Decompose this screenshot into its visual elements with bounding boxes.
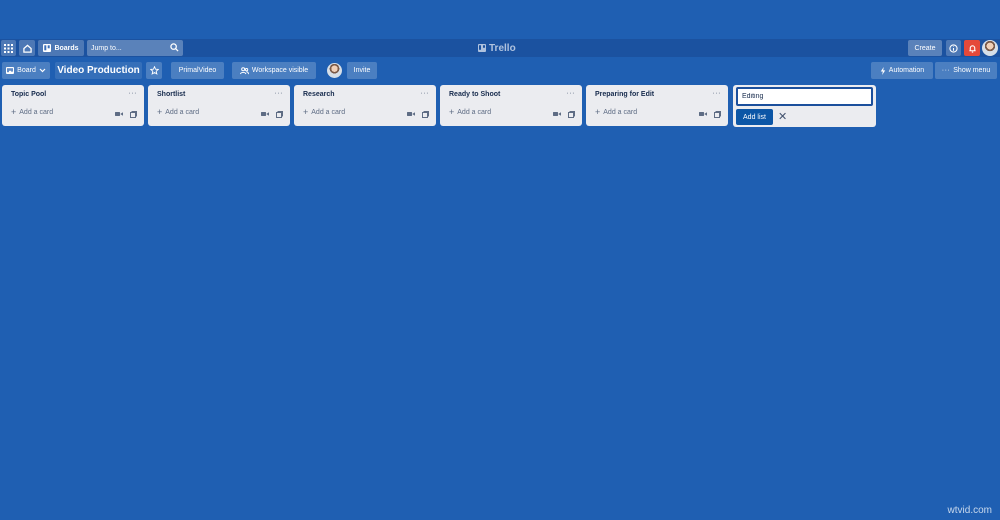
search-input[interactable]: Jump to... (87, 40, 183, 56)
automation-button[interactable]: Automation (871, 62, 933, 79)
home-icon (22, 44, 32, 53)
list-menu-icon[interactable]: ··· (275, 90, 284, 97)
board-view-label: Board (17, 67, 36, 74)
board-view-switcher[interactable]: Board (2, 62, 50, 79)
trello-logo[interactable]: Trello (478, 40, 516, 56)
add-card-label: Add a card (19, 109, 54, 116)
visibility-label: Workspace visible (251, 67, 309, 74)
lightning-icon (880, 66, 886, 75)
boards-label: Boards (54, 44, 79, 52)
add-card-label: Add a card (603, 109, 638, 116)
home-button[interactable] (19, 40, 35, 56)
add-card-label: Add a card (457, 109, 492, 116)
search-icon (170, 43, 179, 52)
trello-logo-icon (478, 44, 486, 52)
list-preparing-for-edit[interactable]: Preparing for Edit ··· + Add a card (586, 85, 728, 126)
template-icon[interactable] (276, 111, 283, 118)
list-title[interactable]: Research (303, 91, 335, 98)
add-card-label: Add a card (165, 109, 200, 116)
add-list-composer: Add list ✕ (733, 85, 876, 127)
plus-icon: + (449, 107, 455, 117)
board-header: Board Video Production PrimalVideo Works… (0, 62, 1000, 80)
video-icon[interactable] (553, 111, 561, 117)
chevron-down-icon (39, 68, 46, 73)
board-member-avatar[interactable] (327, 63, 342, 78)
add-card-button[interactable]: + Add a card (11, 107, 54, 117)
plus-icon: + (157, 107, 163, 117)
list-research[interactable]: Research ··· + Add a card (294, 85, 436, 126)
board-view-icon (6, 67, 15, 74)
info-button[interactable] (946, 40, 961, 56)
app-switcher-button[interactable] (1, 40, 16, 56)
list-menu-icon[interactable]: ··· (421, 90, 430, 97)
star-board-button[interactable] (146, 62, 162, 79)
plus-icon: + (11, 107, 17, 117)
create-button[interactable]: Create (908, 40, 942, 56)
visibility-button[interactable]: Workspace visible (232, 62, 316, 79)
star-icon (149, 66, 159, 75)
invite-label: Invite (353, 67, 371, 74)
board-title[interactable]: Video Production (55, 62, 142, 79)
plus-icon: + (595, 107, 601, 117)
list-topic-pool[interactable]: Topic Pool ··· + Add a card (2, 85, 144, 126)
template-icon[interactable] (568, 111, 575, 118)
show-menu-button[interactable]: ··· Show menu (935, 62, 997, 79)
list-menu-icon[interactable]: ··· (567, 90, 576, 97)
add-list-button[interactable]: Add list (736, 109, 773, 125)
add-list-label: Add list (743, 113, 766, 121)
notifications-button[interactable] (964, 40, 980, 56)
video-icon[interactable] (699, 111, 707, 117)
boards-button[interactable]: Boards (38, 40, 84, 56)
grid-icon (4, 43, 13, 53)
add-card-button[interactable]: + Add a card (157, 107, 200, 117)
search-placeholder: Jump to... (91, 44, 122, 52)
video-icon[interactable] (261, 111, 269, 117)
invite-button[interactable]: Invite (347, 62, 377, 79)
info-icon (949, 43, 958, 53)
workspace-label: PrimalVideo (178, 67, 217, 74)
show-menu-label: Show menu (953, 67, 991, 74)
list-ready-to-shoot[interactable]: Ready to Shoot ··· + Add a card (440, 85, 582, 126)
template-icon[interactable] (714, 111, 721, 118)
workspace-button[interactable]: PrimalVideo (171, 62, 224, 79)
bell-icon (968, 44, 976, 53)
plus-icon: + (303, 107, 309, 117)
list-menu-icon[interactable]: ··· (713, 90, 722, 97)
more-dots-icon: ··· (941, 67, 951, 74)
add-card-button[interactable]: + Add a card (595, 107, 638, 117)
watermark: wtvid.com (947, 505, 992, 516)
add-card-button[interactable]: + Add a card (303, 107, 346, 117)
list-title[interactable]: Shortlist (157, 91, 185, 98)
close-icon[interactable]: ✕ (778, 109, 787, 125)
list-title[interactable]: Topic Pool (11, 91, 46, 98)
trello-logo-text: Trello (489, 42, 516, 54)
user-avatar[interactable] (982, 40, 998, 56)
video-icon[interactable] (407, 111, 415, 117)
list-title-input[interactable] (736, 87, 873, 106)
list-shortlist[interactable]: Shortlist ··· + Add a card (148, 85, 290, 126)
list-menu-icon[interactable]: ··· (129, 90, 138, 97)
top-nav-bar: Boards Jump to... Trello Create (0, 39, 1000, 57)
add-card-label: Add a card (311, 109, 346, 116)
add-card-button[interactable]: + Add a card (449, 107, 492, 117)
create-label: Create (914, 44, 936, 52)
workspace-visible-icon (239, 66, 249, 74)
template-icon[interactable] (422, 111, 429, 118)
template-icon[interactable] (130, 111, 137, 118)
board-icon (43, 44, 52, 52)
list-title[interactable]: Ready to Shoot (449, 91, 500, 98)
list-title[interactable]: Preparing for Edit (595, 91, 654, 98)
video-icon[interactable] (115, 111, 123, 117)
automation-label: Automation (888, 67, 925, 74)
